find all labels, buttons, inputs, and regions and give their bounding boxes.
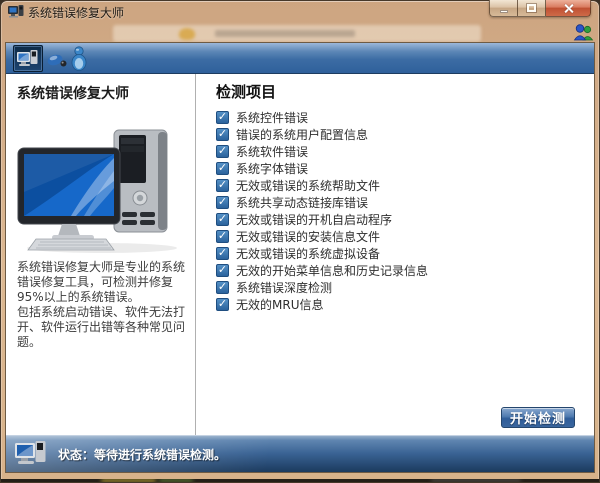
- online-support-icon[interactable]: [573, 23, 594, 42]
- glass-frame-strip: [1, 22, 599, 42]
- left-panel-title: 系统错误修复大师: [17, 86, 129, 102]
- desktop-computer-image: [17, 129, 177, 253]
- check-item-label: 错误的系统用户配置信息: [236, 128, 369, 142]
- check-item-row: ✓ 无效或错误的安装信息文件: [216, 230, 428, 244]
- check-item-label: 系统控件错误: [236, 111, 309, 125]
- close-button[interactable]: [546, 0, 591, 17]
- client-area: 系统错误修复大师 系统错误修复大师是专业的系统错误修复工具，可检测并修复95%以…: [5, 42, 595, 473]
- check-item-row: ✓ 错误的系统用户配置信息: [216, 128, 428, 142]
- checkbox[interactable]: ✓: [216, 298, 229, 311]
- status-text: 状态：等待进行系统错误检测。: [58, 447, 227, 462]
- checkbox[interactable]: ✓: [216, 179, 229, 192]
- checkmark-icon: ✓: [217, 110, 228, 123]
- checkbox[interactable]: ✓: [216, 196, 229, 209]
- check-item-label: 无效或错误的安装信息文件: [236, 230, 381, 244]
- check-item-row: ✓ 系统软件错误: [216, 145, 428, 159]
- taskbar-peek-strip: [1, 479, 599, 482]
- checkbox[interactable]: ✓: [216, 247, 229, 260]
- check-item-row: ✓ 系统控件错误: [216, 111, 428, 125]
- toolbar: [6, 43, 594, 74]
- ghost-window-icon: [179, 28, 195, 40]
- minimize-icon: [499, 9, 508, 13]
- assistant-icon[interactable]: [70, 46, 88, 71]
- check-item-row: ✓ 系统共享动态链接库错误: [216, 196, 428, 210]
- checkbox[interactable]: ✓: [216, 145, 229, 158]
- taskbar-blob: [431, 479, 521, 482]
- maximize-icon: [526, 3, 537, 13]
- checkbox[interactable]: ✓: [216, 128, 229, 141]
- minimize-button[interactable]: [489, 0, 518, 17]
- app-window: 系统错误修复大师 系统错误修复大师 系统错误修复大师是专业的系统错误修复工具，可…: [0, 0, 600, 483]
- checkmark-icon: ✓: [217, 127, 228, 140]
- checkmark-icon: ✓: [217, 195, 228, 208]
- taskbar-blob: [159, 479, 193, 482]
- mouse-icon[interactable]: [47, 52, 68, 69]
- check-item-row: ✓ 无效的开始菜单信息和历史记录信息: [216, 264, 429, 278]
- check-item-label: 无效或错误的系统虚拟设备: [236, 247, 381, 261]
- checkbox[interactable]: ✓: [216, 281, 229, 294]
- checkbox[interactable]: ✓: [216, 264, 229, 277]
- description-paragraph: 系统错误修复大师是专业的系统错误修复工具，可检测并修复95%以上的系统错误。: [17, 260, 186, 304]
- checkmark-icon: ✓: [217, 229, 228, 242]
- checkbox[interactable]: ✓: [216, 230, 229, 243]
- checkmark-icon: ✓: [217, 263, 228, 276]
- taskbar-blob: [101, 479, 156, 482]
- check-item-row: ✓ 无效或错误的系统帮助文件: [216, 179, 428, 193]
- checkmark-icon: ✓: [217, 161, 228, 174]
- status-bar: 状态：等待进行系统错误检测。: [6, 435, 594, 472]
- left-panel-description: 系统错误修复大师是专业的系统错误修复工具，可检测并修复95%以上的系统错误。 包…: [17, 260, 189, 350]
- computer-repair-icon: [17, 50, 38, 66]
- app-computer-icon: [8, 5, 24, 18]
- check-item-label: 无效的开始菜单信息和历史记录信息: [236, 264, 429, 278]
- close-icon: [563, 3, 574, 14]
- checkmark-icon: ✓: [217, 297, 228, 310]
- check-item-label: 无效或错误的开机自启动程序: [236, 213, 393, 227]
- check-item-row: ✓ 系统字体错误: [216, 162, 428, 176]
- window-title: 系统错误修复大师: [28, 6, 125, 20]
- checkmark-icon: ✓: [217, 212, 228, 225]
- detection-checklist: ✓ 系统控件错误 ✓ 错误的系统用户配置信息 ✓ 系统软件错误 ✓ 系统字体错误…: [216, 111, 428, 315]
- check-item-row: ✓ 无效或错误的开机自启动程序: [216, 213, 428, 227]
- detection-items-heading: 检测项目: [216, 83, 277, 101]
- checkbox[interactable]: ✓: [216, 162, 229, 175]
- check-item-label: 系统软件错误: [236, 145, 309, 159]
- checkmark-icon: ✓: [217, 280, 228, 293]
- titlebar: 系统错误修复大师: [1, 0, 599, 22]
- screen: 系统错误修复大师 系统错误修复大师 系统错误修复大师是专业的系统错误修复工具，可…: [0, 0, 600, 483]
- ghost-window-text: [215, 30, 355, 37]
- window-controls: [489, 0, 591, 17]
- check-item-row: ✓ 无效的MRU信息: [216, 298, 428, 312]
- toolbar-button-system-repair[interactable]: [13, 45, 43, 72]
- description-paragraph: 包括系统启动错误、软件无法打开、软件运行出错等各种常见问题。: [17, 305, 186, 349]
- bottom-frame: [1, 473, 599, 482]
- start-detection-button[interactable]: 开始检测: [501, 407, 575, 428]
- check-item-label: 系统共享动态链接库错误: [236, 196, 369, 210]
- maximize-button[interactable]: [518, 0, 546, 17]
- check-item-row: ✓ 无效或错误的系统虚拟设备: [216, 247, 428, 261]
- checkbox[interactable]: ✓: [216, 111, 229, 124]
- checkmark-icon: ✓: [217, 144, 228, 157]
- check-item-label: 无效或错误的系统帮助文件: [236, 179, 381, 193]
- checkmark-icon: ✓: [217, 178, 228, 191]
- content-panels: 系统错误修复大师 系统错误修复大师是专业的系统错误修复工具，可检测并修复95%以…: [6, 74, 594, 435]
- status-computer-icon: [15, 441, 46, 464]
- check-item-label: 系统字体错误: [236, 162, 309, 176]
- check-item-label: 无效的MRU信息: [236, 298, 324, 312]
- checkbox[interactable]: ✓: [216, 213, 229, 226]
- right-panel: 检测项目 ✓ 系统控件错误 ✓ 错误的系统用户配置信息 ✓ 系统软件错误 ✓ 系…: [196, 74, 594, 435]
- check-item-label: 系统错误深度检测: [236, 281, 333, 295]
- check-item-row: ✓ 系统错误深度检测: [216, 281, 428, 295]
- checkmark-icon: ✓: [217, 246, 228, 259]
- left-panel: 系统错误修复大师 系统错误修复大师是专业的系统错误修复工具，可检测并修复95%以…: [6, 74, 195, 435]
